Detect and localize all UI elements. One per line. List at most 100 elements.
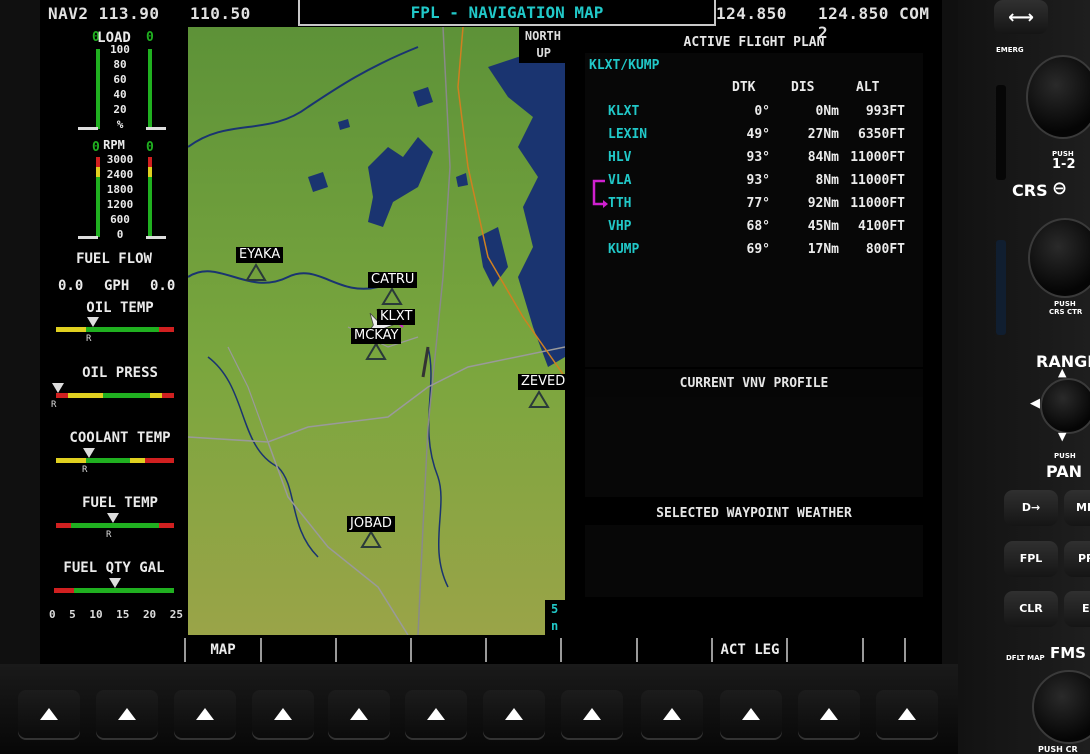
rpm-right-caution bbox=[148, 167, 152, 177]
fuel-flow-left-value: 0.0 bbox=[58, 278, 84, 294]
fuel-flow-unit: GPH bbox=[104, 278, 130, 294]
column-header-alt: ALT bbox=[856, 80, 880, 95]
oil-press-pointer bbox=[52, 383, 64, 393]
rpm-tick: 2400 bbox=[106, 168, 134, 181]
menu-button[interactable]: ME bbox=[1064, 490, 1090, 526]
bezel-softkey-button[interactable] bbox=[561, 690, 623, 740]
altitude: 4100FT bbox=[858, 219, 905, 234]
softkey[interactable] bbox=[560, 638, 636, 662]
flight-plan-row[interactable]: KLXT 0° 0Nm 993FT bbox=[585, 101, 925, 124]
oil-temp-pointer bbox=[87, 317, 99, 327]
waypoint-label-eyaka[interactable]: EYAKA bbox=[236, 247, 284, 263]
flight-plan-row[interactable]: VLA 93° 8Nm 11000FT bbox=[585, 170, 925, 193]
range-pan-joystick[interactable] bbox=[1040, 378, 1090, 434]
arrow-up-icon bbox=[583, 708, 601, 720]
flight-plan-row[interactable]: VHP 68° 45Nm 4100FT bbox=[585, 216, 925, 239]
softkey[interactable] bbox=[862, 638, 906, 662]
altitude: 11000FT bbox=[850, 173, 905, 188]
fpl-button[interactable]: FPL bbox=[1004, 541, 1058, 577]
waypoint-label-jobad[interactable]: JOBAD bbox=[347, 516, 395, 532]
bezel-softkey-button[interactable] bbox=[876, 690, 938, 740]
arrow-up-icon bbox=[742, 708, 760, 720]
top-status-bar: NAV2 113.90 110.50 FPL - NAVIGATION MAP … bbox=[40, 0, 942, 42]
bezel-softkey-button[interactable] bbox=[483, 690, 545, 740]
bezel-softkey-button[interactable] bbox=[252, 690, 314, 740]
softkey-map[interactable]: MAP bbox=[184, 638, 260, 662]
nav-standby-frequency[interactable]: 110.50 bbox=[190, 4, 251, 23]
clr-button[interactable]: CLR bbox=[1004, 591, 1058, 627]
dflt-map-label: DFLT MAP bbox=[1006, 654, 1045, 662]
nav-volume-knob[interactable] bbox=[1026, 55, 1090, 139]
fuel-qty-tick: 10 bbox=[89, 608, 103, 621]
arrow-up-icon bbox=[40, 708, 58, 720]
desired-track: 77° bbox=[746, 196, 770, 211]
load-tick: 60 bbox=[113, 73, 127, 86]
flight-plan-box[interactable]: KLXT/KUMP DTK DIS ALT KLXT 0° 0Nm 993FT … bbox=[585, 53, 923, 367]
bezel-softkey-button[interactable] bbox=[328, 690, 390, 740]
waypoint-label-klxt[interactable]: KLXT bbox=[377, 309, 416, 325]
waypoint-name: VLA bbox=[608, 173, 632, 188]
load-tick: 20 bbox=[113, 103, 127, 116]
desired-track: 68° bbox=[746, 219, 770, 234]
proc-button[interactable]: PR bbox=[1064, 541, 1090, 577]
flight-plan-row[interactable]: HLV 93° 84Nm 11000FT bbox=[585, 147, 925, 170]
ent-button[interactable]: E bbox=[1064, 591, 1090, 627]
softkey[interactable] bbox=[485, 638, 561, 662]
coolant-temp-label: COOLANT TEMP bbox=[69, 430, 171, 446]
waypoint-label-zeved[interactable]: ZEVED bbox=[518, 374, 565, 390]
flight-plan-row[interactable]: KUMP 69° 17Nm 800FT bbox=[585, 239, 925, 262]
com-standby-frequency[interactable]: 124.850 bbox=[716, 4, 787, 23]
bezel-softkey-button[interactable] bbox=[174, 690, 236, 740]
waypoint-label-mckay[interactable]: MCKAY bbox=[351, 328, 402, 344]
rpm-tick: 1800 bbox=[106, 183, 134, 196]
softkey[interactable] bbox=[410, 638, 486, 662]
page-title: FPL - NAVIGATION MAP bbox=[298, 0, 716, 26]
bezel-softkey-button[interactable] bbox=[641, 690, 703, 740]
fuel-qty-scale bbox=[54, 588, 174, 593]
arrow-up-icon bbox=[350, 708, 368, 720]
bezel-softkey-button[interactable] bbox=[18, 690, 80, 740]
bezel-softkey-button[interactable] bbox=[405, 690, 467, 740]
crs-ctr-label: CRS CTR bbox=[1049, 308, 1083, 316]
rpm-tick: 600 bbox=[110, 213, 130, 226]
push-label: PUSH bbox=[1054, 300, 1076, 308]
bezel-softkey-button[interactable] bbox=[720, 690, 782, 740]
bezel-slot bbox=[996, 240, 1006, 335]
softkey[interactable] bbox=[335, 638, 411, 662]
distance: 27Nm bbox=[807, 127, 839, 142]
fuel-qty-tick: 20 bbox=[142, 608, 157, 621]
map-scale-value: 5 bbox=[551, 602, 559, 616]
waypoint-label-catru[interactable]: CATRU bbox=[368, 272, 418, 288]
softkey[interactable] bbox=[786, 638, 862, 662]
baro-icon: ⊖ bbox=[1052, 178, 1068, 199]
distance: 8Nm bbox=[815, 173, 839, 188]
arrow-up-icon bbox=[505, 708, 523, 720]
arrow-up-icon bbox=[663, 708, 681, 720]
softkey-act-leg[interactable]: ACT LEG bbox=[711, 638, 787, 662]
softkey[interactable] bbox=[260, 638, 336, 662]
fuel-temp-scale bbox=[56, 523, 174, 528]
bezel-softkey-button[interactable] bbox=[798, 690, 860, 740]
push-label: PUSH bbox=[1054, 452, 1076, 460]
waypoint-name: TTH bbox=[608, 196, 632, 211]
load-tick: 80 bbox=[113, 58, 127, 71]
fuel-temp-pointer-letter: R bbox=[106, 530, 112, 540]
altitude: 800FT bbox=[865, 242, 905, 257]
load-right-bar bbox=[148, 49, 152, 129]
softkey[interactable] bbox=[636, 638, 712, 662]
arrow-up-icon bbox=[274, 708, 292, 720]
fms-label: FMS bbox=[1050, 644, 1086, 662]
flight-plan-row-active[interactable]: TTH 77° 92Nm 11000FT bbox=[585, 193, 925, 216]
emerg-label: EMERG bbox=[996, 46, 1024, 54]
emergency-swap-button[interactable]: ⟷ bbox=[994, 0, 1048, 34]
nav2-frequency[interactable]: NAV2 113.90 bbox=[48, 4, 159, 23]
direct-to-button[interactable]: D→ bbox=[1004, 490, 1058, 526]
navigation-map[interactable]: NORTH UP EYAKA CATRU KLXT MCKAY ZEVED JO… bbox=[188, 27, 565, 635]
flight-plan-row[interactable]: LEXIN 49° 27Nm 6350FT bbox=[585, 124, 925, 147]
bezel-softkey-button[interactable] bbox=[96, 690, 158, 740]
altitude: 11000FT bbox=[850, 196, 905, 211]
softkey[interactable] bbox=[110, 638, 184, 662]
waypoint-name: VHP bbox=[608, 219, 632, 234]
column-header-dis: DIS bbox=[791, 80, 815, 95]
arrow-up-icon: ▲ bbox=[1058, 366, 1067, 379]
